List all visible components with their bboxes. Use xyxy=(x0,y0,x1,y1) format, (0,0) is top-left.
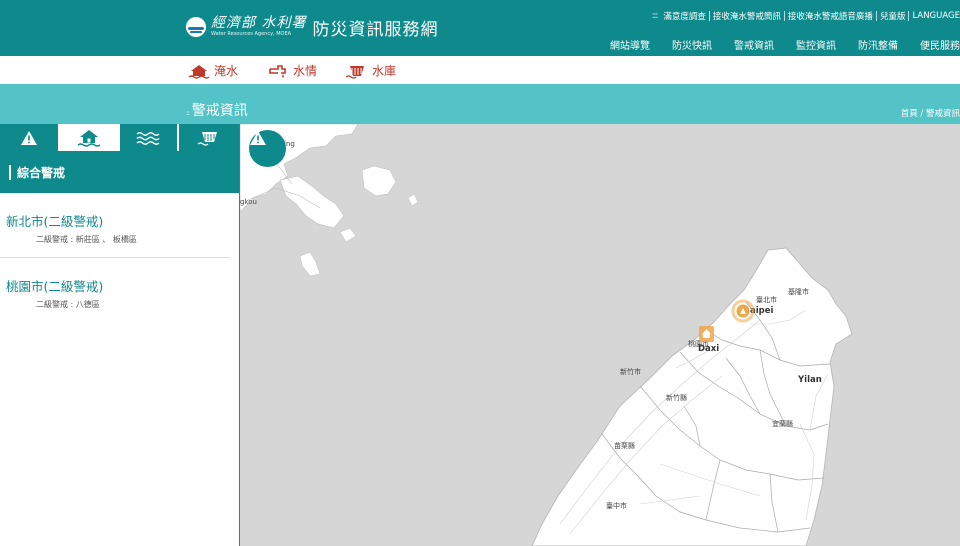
divider xyxy=(908,11,910,21)
waves-icon xyxy=(136,131,160,145)
map-label: 新竹市 xyxy=(620,367,641,376)
link-kids-version[interactable]: 兒童版 xyxy=(880,10,906,22)
category-reservoir[interactable]: 水庫 xyxy=(346,62,396,79)
map-label: 苗栗縣 xyxy=(614,441,635,450)
category-nav: 淹水 水情 水庫 xyxy=(0,56,960,84)
water-faucet-icon xyxy=(269,64,286,78)
alert-detail: 二級警戒 : 八德區 xyxy=(36,300,100,309)
breadcrumb[interactable]: 首頁 / 警戒資訊 xyxy=(901,107,960,119)
alert-city[interactable]: 新北市(二級警戒) xyxy=(6,211,224,230)
mainland-coast xyxy=(279,175,345,229)
warning-marker[interactable] xyxy=(699,326,714,342)
tab-reservoir[interactable] xyxy=(179,124,239,151)
tab-water-level[interactable] xyxy=(119,124,180,151)
panel-header: 綜合警戒 xyxy=(0,151,239,193)
category-flood-label: 淹水 xyxy=(214,64,239,78)
page-title-text: 警戒資訊 xyxy=(191,103,248,119)
divider xyxy=(875,11,877,21)
warning-icon xyxy=(250,131,266,145)
island xyxy=(361,165,397,197)
alert-detail: 二級警戒 : 新莊區 、 板橋區 xyxy=(36,235,137,244)
warning-icon xyxy=(20,130,37,145)
alert-sidebar: 綜合警戒 新北市(二級警戒) 二級警戒 : 新莊區 、 板橋區 桃園市(二級警戒… xyxy=(0,124,240,546)
nav-monitoring[interactable]: 監控資訊 xyxy=(796,37,836,52)
agency-logo-icon xyxy=(186,16,206,37)
agency-english-name: Water Resources Agency, MOEA xyxy=(211,31,292,37)
flood-house-icon xyxy=(188,64,210,79)
alert-list-item[interactable]: 桃園市(二級警戒) 二級警戒 : 八德區 xyxy=(0,258,230,322)
reservoir-dam-icon xyxy=(346,65,364,79)
reservoir-dam-icon xyxy=(197,131,218,146)
link-flood-sms[interactable]: 接收淹水警戒簡訊 xyxy=(713,10,781,22)
island xyxy=(339,227,357,243)
nav-disaster-news[interactable]: 防災快訊 xyxy=(672,37,712,52)
menu-dots-icon: ::: xyxy=(651,11,659,21)
map-label: 臺中市 xyxy=(606,501,627,510)
tab-general-warning[interactable] xyxy=(0,124,60,151)
divider xyxy=(783,11,785,21)
map-label: gkou xyxy=(240,198,257,206)
nav-alert-info[interactable]: 警戒資訊 xyxy=(734,37,774,52)
main-nav: 網站導覽 防災快訊 警戒資訊 監控資訊 防汛整備 便民服務 xyxy=(588,37,960,52)
map-alert-toggle-button[interactable] xyxy=(249,130,286,167)
category-water-label: 水情 xyxy=(293,64,318,78)
map-label: 臺北市 xyxy=(756,295,777,304)
island xyxy=(407,193,419,207)
panel-title: 綜合警戒 xyxy=(17,165,66,180)
alert-list-item[interactable]: 新北市(二級警戒) 二級警戒 : 新莊區 、 板橋區 xyxy=(0,193,230,258)
link-flood-voice[interactable]: 接收淹水警戒語音廣播 xyxy=(788,10,873,22)
nav-public-services[interactable]: 便民服務 xyxy=(920,37,960,52)
nav-site-map[interactable]: 網站導覽 xyxy=(610,37,650,52)
map-label: 新竹縣 xyxy=(666,393,687,402)
agency-name: 水利署 xyxy=(261,15,307,31)
link-language[interactable]: LANGUAGE xyxy=(912,11,960,21)
site-logo[interactable]: 經濟部 水利署 Water Resources Agency, MOEA 防災資… xyxy=(186,13,438,40)
alert-city[interactable]: 桃園市(二級警戒) xyxy=(6,276,224,295)
ministry-name: 經濟部 xyxy=(211,15,256,31)
site-header: 經濟部 水利署 Water Resources Agency, MOEA 防災資… xyxy=(0,0,960,56)
alert-type-tabs xyxy=(0,124,239,151)
panel-header-bar xyxy=(9,164,11,180)
map-label: 宜蘭縣 xyxy=(772,419,793,428)
island xyxy=(299,251,321,277)
utility-links: ::: 滿意度調查 接收淹水警戒簡訊 接收淹水警戒語音廣播 兒童版 LANGUA… xyxy=(652,10,960,22)
category-reservoir-label: 水庫 xyxy=(372,64,397,78)
map-label: Yilan xyxy=(797,375,822,385)
divider xyxy=(708,11,710,21)
flood-house-icon xyxy=(77,129,101,147)
map-label: 基隆市 xyxy=(788,287,809,296)
category-water[interactable]: 水情 xyxy=(267,62,317,79)
tab-flood[interactable] xyxy=(59,124,120,151)
category-flood[interactable]: 淹水 xyxy=(188,62,238,79)
title-marker-icon: :: xyxy=(186,109,190,117)
page-title: :: 警戒資訊 xyxy=(186,100,248,120)
map-label: Daxi xyxy=(698,344,719,354)
map-canvas[interactable]: ing gkou 臺北市 基隆市 桃園市 新竹市 新竹縣 宜蘭縣 苗栗縣 臺中市… xyxy=(240,124,960,546)
site-title: 防災資訊服務網 xyxy=(312,20,439,40)
nav-flood-prep[interactable]: 防汛整備 xyxy=(858,37,898,52)
link-satisfaction-survey[interactable]: 滿意度調查 xyxy=(663,10,706,22)
page-banner: :: 警戒資訊 首頁 / 警戒資訊 xyxy=(0,84,960,124)
alert-map[interactable]: ing gkou 臺北市 基隆市 桃園市 新竹市 新竹縣 宜蘭縣 苗栗縣 臺中市… xyxy=(240,124,960,546)
